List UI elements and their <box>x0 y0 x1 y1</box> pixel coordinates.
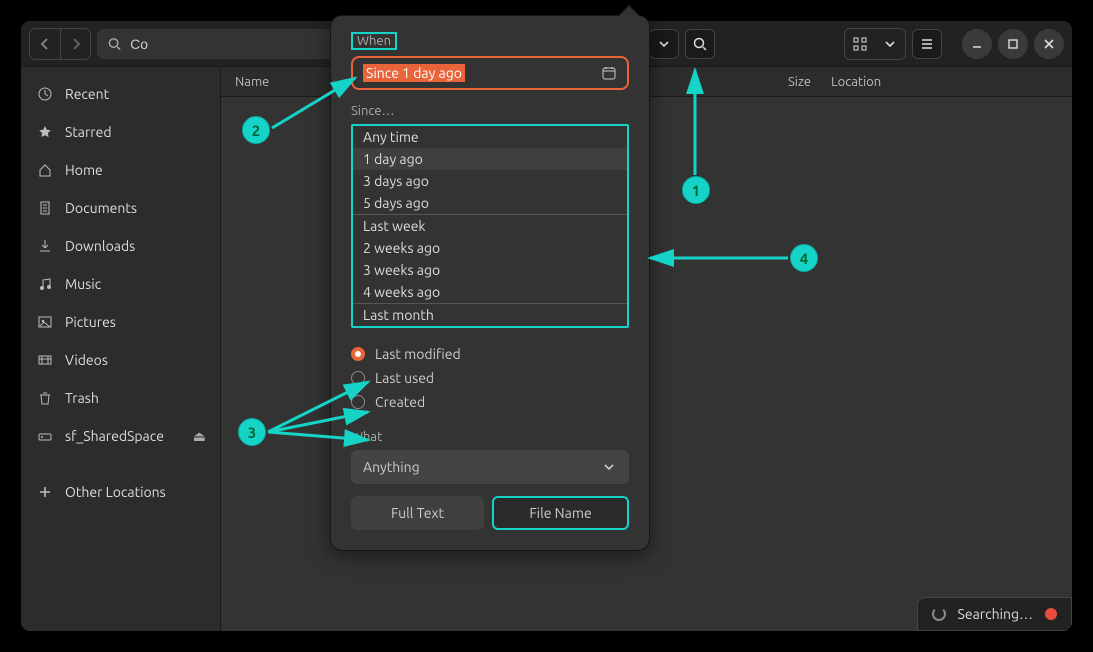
chevron-left-icon <box>37 36 53 52</box>
hamburger-menu-button[interactable] <box>912 29 942 59</box>
search-options-popover: When Since 1 day ago Since… Any time1 da… <box>330 15 650 551</box>
spinner-icon <box>932 607 946 621</box>
status-text: Searching… <box>958 606 1033 622</box>
sidebar-item-home[interactable]: Home <box>21 151 220 189</box>
radio-icon <box>351 395 365 409</box>
chevron-down-icon <box>601 459 617 475</box>
file-name-button[interactable]: File Name <box>492 496 629 530</box>
since-option[interactable]: Any time <box>353 126 627 148</box>
chevron-right-icon <box>68 36 84 52</box>
video-icon <box>37 352 53 368</box>
radio-label: Last modified <box>375 346 461 362</box>
calendar-icon <box>601 65 617 81</box>
sidebar-item-label: Home <box>65 162 103 178</box>
radio-icon <box>351 371 365 385</box>
sidebar: Recent Starred Home Documents Downloads Music… <box>21 67 221 631</box>
what-section-label: What <box>351 430 629 444</box>
sidebar-item-music[interactable]: Music <box>21 265 220 303</box>
date-type-radio-created[interactable]: Created <box>351 390 629 414</box>
sidebar-item-trash[interactable]: Trash <box>21 379 220 417</box>
minimize-button[interactable] <box>962 29 992 59</box>
sidebar-item-videos[interactable]: Videos <box>21 341 220 379</box>
since-options-list: Any time1 day ago3 days ago5 days agoLas… <box>351 124 629 328</box>
sidebar-item-label: Starred <box>65 124 112 140</box>
status-bar: Searching… <box>917 597 1072 631</box>
date-filter-input[interactable]: Since 1 day ago <box>351 56 629 90</box>
search-options-toggle[interactable] <box>649 29 679 59</box>
sidebar-item-downloads[interactable]: Downloads <box>21 227 220 265</box>
since-option[interactable]: 3 weeks ago <box>353 259 627 281</box>
home-icon <box>37 162 53 178</box>
view-options-button[interactable] <box>875 29 905 59</box>
date-filter-value: Since 1 day ago <box>363 64 465 82</box>
minimize-icon <box>969 36 985 52</box>
search-scope-segment: Full Text File Name <box>351 496 629 530</box>
radio-label: Created <box>375 394 425 410</box>
when-section-label: When <box>351 32 397 50</box>
since-option[interactable]: 2 weeks ago <box>353 237 627 259</box>
menu-icon <box>919 36 935 52</box>
since-label: Since… <box>351 104 629 118</box>
chevron-down-icon <box>656 36 672 52</box>
trash-icon <box>37 390 53 406</box>
date-type-radio-last-used[interactable]: Last used <box>351 366 629 390</box>
since-option[interactable]: Last week <box>353 215 627 237</box>
date-type-radio-last-modified[interactable]: Last modified <box>351 342 629 366</box>
view-switcher <box>844 28 906 60</box>
search-icon <box>692 36 708 52</box>
since-option[interactable]: 5 days ago <box>353 192 627 214</box>
image-icon <box>37 314 53 330</box>
maximize-button[interactable] <box>998 29 1028 59</box>
back-button[interactable] <box>30 29 60 59</box>
star-icon <box>37 124 53 140</box>
since-option[interactable]: 1 day ago <box>353 148 627 170</box>
drive-icon <box>37 428 53 444</box>
column-size[interactable]: Size <box>751 75 811 89</box>
sidebar-item-pictures[interactable]: Pictures <box>21 303 220 341</box>
sidebar-item-label: Videos <box>65 352 108 368</box>
eject-icon[interactable]: ⏏ <box>193 428 206 445</box>
doc-icon <box>37 200 53 216</box>
clock-icon <box>37 86 53 102</box>
grid-icon <box>852 36 868 52</box>
close-button[interactable] <box>1034 29 1064 59</box>
sidebar-item-recent[interactable]: Recent <box>21 75 220 113</box>
column-location[interactable]: Location <box>811 75 1072 89</box>
sidebar-item-label: sf_SharedSpace <box>65 428 164 444</box>
radio-icon <box>351 347 365 361</box>
close-icon <box>1041 36 1057 52</box>
sidebar-item-label: Music <box>65 276 101 292</box>
sidebar-item-label: Pictures <box>65 314 116 330</box>
since-option[interactable]: Last month <box>353 304 627 326</box>
download-icon <box>37 238 53 254</box>
sidebar-item-label: Recent <box>65 86 109 102</box>
type-filter-value: Anything <box>363 459 420 475</box>
sidebar-item-starred[interactable]: Starred <box>21 113 220 151</box>
sidebar-item-label: Documents <box>65 200 137 216</box>
search-button[interactable] <box>685 29 715 59</box>
sidebar-item-other-locations[interactable]: Other Locations <box>21 473 220 511</box>
sidebar-item-label: Downloads <box>65 238 135 254</box>
music-icon <box>37 276 53 292</box>
sidebar-item-sf-sharedspace[interactable]: sf_SharedSpace ⏏ <box>21 417 220 455</box>
chevron-down-icon <box>882 36 898 52</box>
sidebar-item-documents[interactable]: Documents <box>21 189 220 227</box>
sidebar-item-label: Trash <box>65 390 99 406</box>
forward-button[interactable] <box>60 29 90 59</box>
search-icon <box>107 36 122 52</box>
maximize-icon <box>1005 36 1021 52</box>
radio-label: Last used <box>375 370 434 386</box>
type-filter-select[interactable]: Anything <box>351 450 629 484</box>
record-indicator-icon <box>1045 608 1057 620</box>
plus-icon <box>37 484 53 500</box>
grid-view-button[interactable] <box>845 29 875 59</box>
nav-buttons <box>29 28 91 60</box>
full-text-button[interactable]: Full Text <box>351 496 484 530</box>
since-option[interactable]: 4 weeks ago <box>353 281 627 303</box>
sidebar-item-label: Other Locations <box>65 484 166 500</box>
since-option[interactable]: 3 days ago <box>353 170 627 192</box>
